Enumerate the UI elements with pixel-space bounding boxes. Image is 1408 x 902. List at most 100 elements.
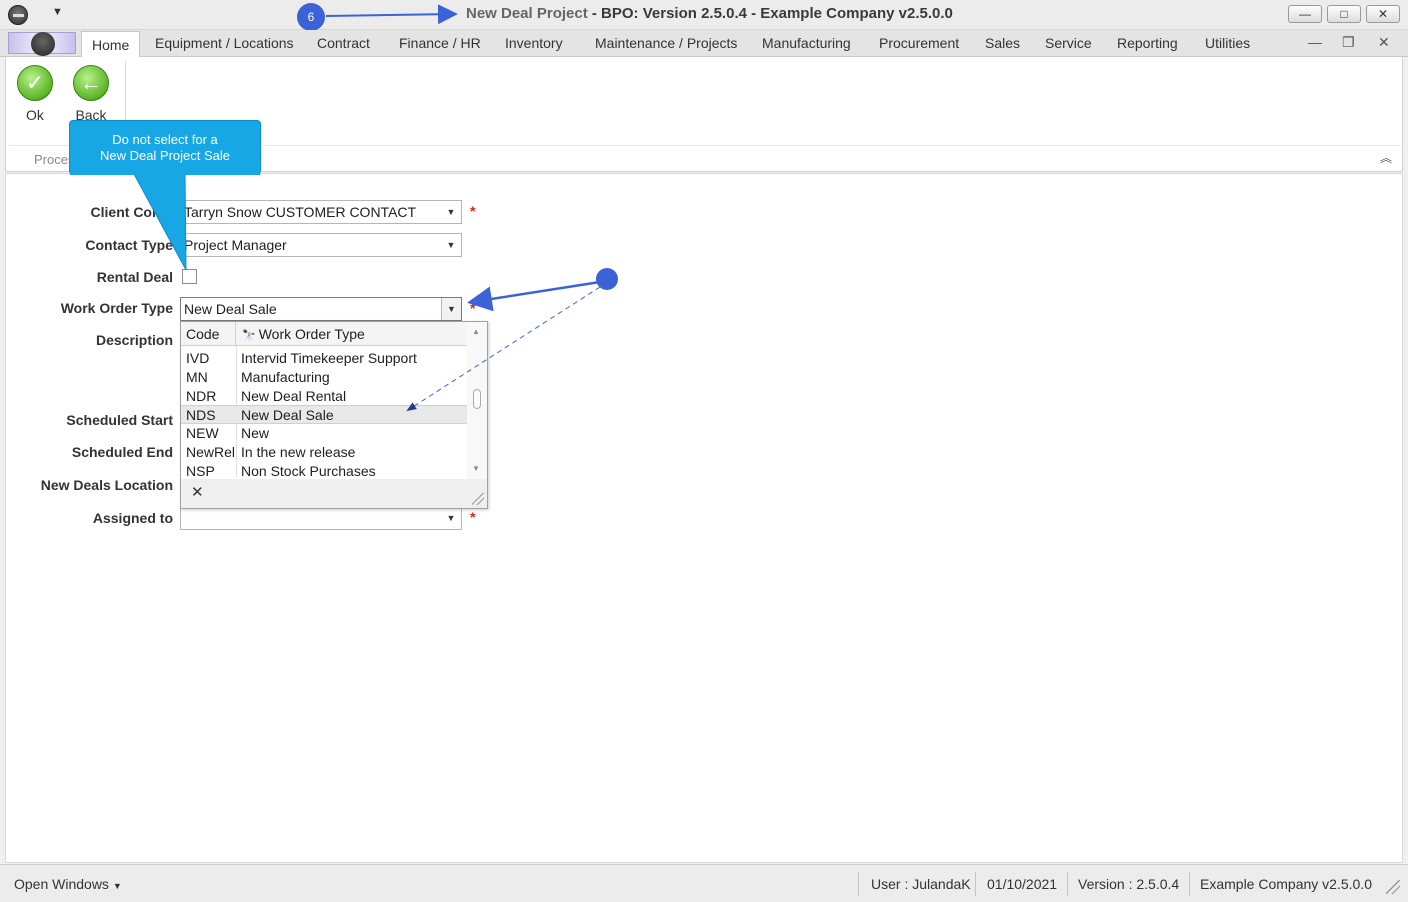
tab-utilities[interactable]: Utilities [1205,30,1250,57]
required-marker: * [470,300,476,316]
scheduled-start-label: Scheduled Start [66,412,173,428]
row-type: Non Stock Purchases [241,462,376,479]
status-separator [975,872,976,896]
work-order-type-label: Work Order Type [60,300,173,316]
column-header-work-order-type-label: Work Order Type [258,326,365,342]
row-type: New [241,425,270,442]
dropdown-rows: IVD Intervid Timekeeper Support MN Manufac… [181,349,467,481]
resize-grip-icon[interactable] [472,493,484,505]
chevron-down-icon[interactable]: ▼ [441,234,461,256]
row-code: NDS [186,407,216,424]
status-company: Example Company v2.5.0.0 [1200,876,1372,892]
assigned-to-combo[interactable]: ▼ [180,506,462,530]
list-item-selected[interactable]: NDS New Deal Sale [181,405,467,425]
ribbon-tab-bar: Home Equipment / Locations Contract Fina… [0,30,1408,58]
column-header-code[interactable]: Code [181,322,236,346]
list-item[interactable]: NewRel In the new release [181,443,467,462]
row-code: NDR [186,387,217,404]
list-item[interactable]: NEW New [181,424,467,443]
chevron-down-icon[interactable]: ▼ [441,507,461,529]
app-menu-logo-icon [31,32,55,56]
dropdown-scrollbar[interactable]: ▲ ▼ [467,322,487,479]
row-code: NewRel [186,443,236,460]
mdi-minimize-icon[interactable]: — [1308,34,1322,50]
scrollbar-thumb[interactable] [473,389,481,409]
dropdown-footer: ✕ [181,479,487,508]
status-user: User : JulandaK [871,876,971,892]
status-separator [1067,872,1068,896]
open-windows-menu[interactable]: Open Windows ▼ [14,876,122,892]
back-arrow-icon: ← [73,65,109,101]
tab-manufacturing[interactable]: Manufacturing [762,30,851,57]
status-date: 01/10/2021 [987,876,1058,892]
list-item[interactable]: MN Manufacturing [181,368,467,387]
ok-button-label: Ok [26,107,44,123]
tab-procurement[interactable]: Procurement [879,30,959,57]
tab-sales[interactable]: Sales [985,30,1020,57]
mdi-close-icon[interactable]: ✕ [1378,34,1390,51]
tab-home[interactable]: Home [81,31,141,58]
checkmark-icon: ✓ [17,65,53,101]
work-order-type-value: New Deal Sale [184,301,277,317]
contact-type-combo[interactable]: Project Manager ▼ [180,233,462,257]
row-code: NEW [186,425,219,442]
client-contact-value: Tarryn Snow CUSTOMER CONTACT [184,204,417,220]
status-separator [1189,872,1190,896]
quick-access-dropdown-icon[interactable]: ▼ [52,6,63,18]
collapse-ribbon-icon[interactable]: ︽ [1380,149,1392,166]
tab-contract[interactable]: Contract [317,30,370,57]
tab-equipment-locations[interactable]: Equipment / Locations [155,30,294,57]
list-item[interactable]: NSP Non Stock Purchases [181,462,467,481]
minimize-button[interactable]: — [1288,5,1322,23]
window-app-title: - BPO: Version 2.5.0.4 - Example Company… [587,5,953,22]
row-type: Manufacturing [241,368,330,385]
list-item[interactable]: NDR New Deal Rental [181,387,467,406]
mdi-restore-icon[interactable]: ❐ [1342,34,1355,51]
tab-reporting[interactable]: Reporting [1117,30,1178,57]
binoculars-icon: 🔭 [242,330,256,342]
row-type: Intervid Timekeeper Support [241,350,417,366]
new-deals-location-label: New Deals Location [40,477,173,493]
scroll-up-icon[interactable]: ▲ [472,327,480,336]
tab-maintenance-projects[interactable]: Maintenance / Projects [595,30,737,57]
status-version: Version : 2.5.0.4 [1078,876,1180,892]
open-windows-label: Open Windows [14,876,109,892]
maximize-button[interactable]: □ [1327,5,1361,23]
status-bar: Open Windows ▼ User : JulandaK 01/10/202… [0,864,1408,902]
description-label: Description [95,332,173,348]
application-menu-button[interactable] [8,32,76,56]
chevron-down-icon[interactable]: ▼ [441,298,461,320]
chevron-down-icon[interactable]: ▼ [441,201,461,223]
list-item[interactable]: IVD Intervid Timekeeper Support [181,349,467,368]
required-marker: * [470,509,476,525]
tab-inventory[interactable]: Inventory [505,30,563,57]
window-doc-title: New Deal Project [466,5,588,22]
status-separator [858,872,859,896]
row-code: NSP [186,462,215,479]
column-header-work-order-type[interactable]: 🔭 Work Order Type [237,322,365,346]
contact-type-value: Project Manager [184,237,287,253]
callout-line-1: Do not select for a [112,132,218,147]
client-contact-label: Client Conta [90,204,173,220]
callout-line-2: New Deal Project Sale [99,148,231,163]
annotation-callout: Do not select for a New Deal Project Sal… [69,120,261,175]
clear-close-icon[interactable]: ✕ [191,483,204,501]
tab-service[interactable]: Service [1045,30,1092,57]
client-contact-combo[interactable]: Tarryn Snow CUSTOMER CONTACT ▼ [180,200,462,224]
title-bar: ▼ New Deal Project - BPO: Version 2.5.0.… [0,0,1408,30]
work-order-type-combo[interactable]: New Deal Sale ▼ [180,297,462,321]
assigned-to-label: Assigned to [92,510,173,526]
ok-button[interactable]: ✓ Ok [10,65,60,123]
scroll-down-icon[interactable]: ▼ [472,464,480,473]
window-resize-grip-icon[interactable] [1386,880,1400,894]
rental-deal-checkbox[interactable] [182,269,197,284]
close-button[interactable]: ✕ [1366,5,1400,23]
back-button[interactable]: ← Back [66,65,116,123]
row-type: In the new release [241,443,356,460]
tab-finance-hr[interactable]: Finance / HR [399,30,481,57]
scheduled-end-label: Scheduled End [71,444,173,460]
row-type: New Deal Rental [241,387,347,404]
row-code: MN [186,368,208,385]
app-logo-icon[interactable] [8,5,28,25]
step-badge: 6 [297,3,325,31]
